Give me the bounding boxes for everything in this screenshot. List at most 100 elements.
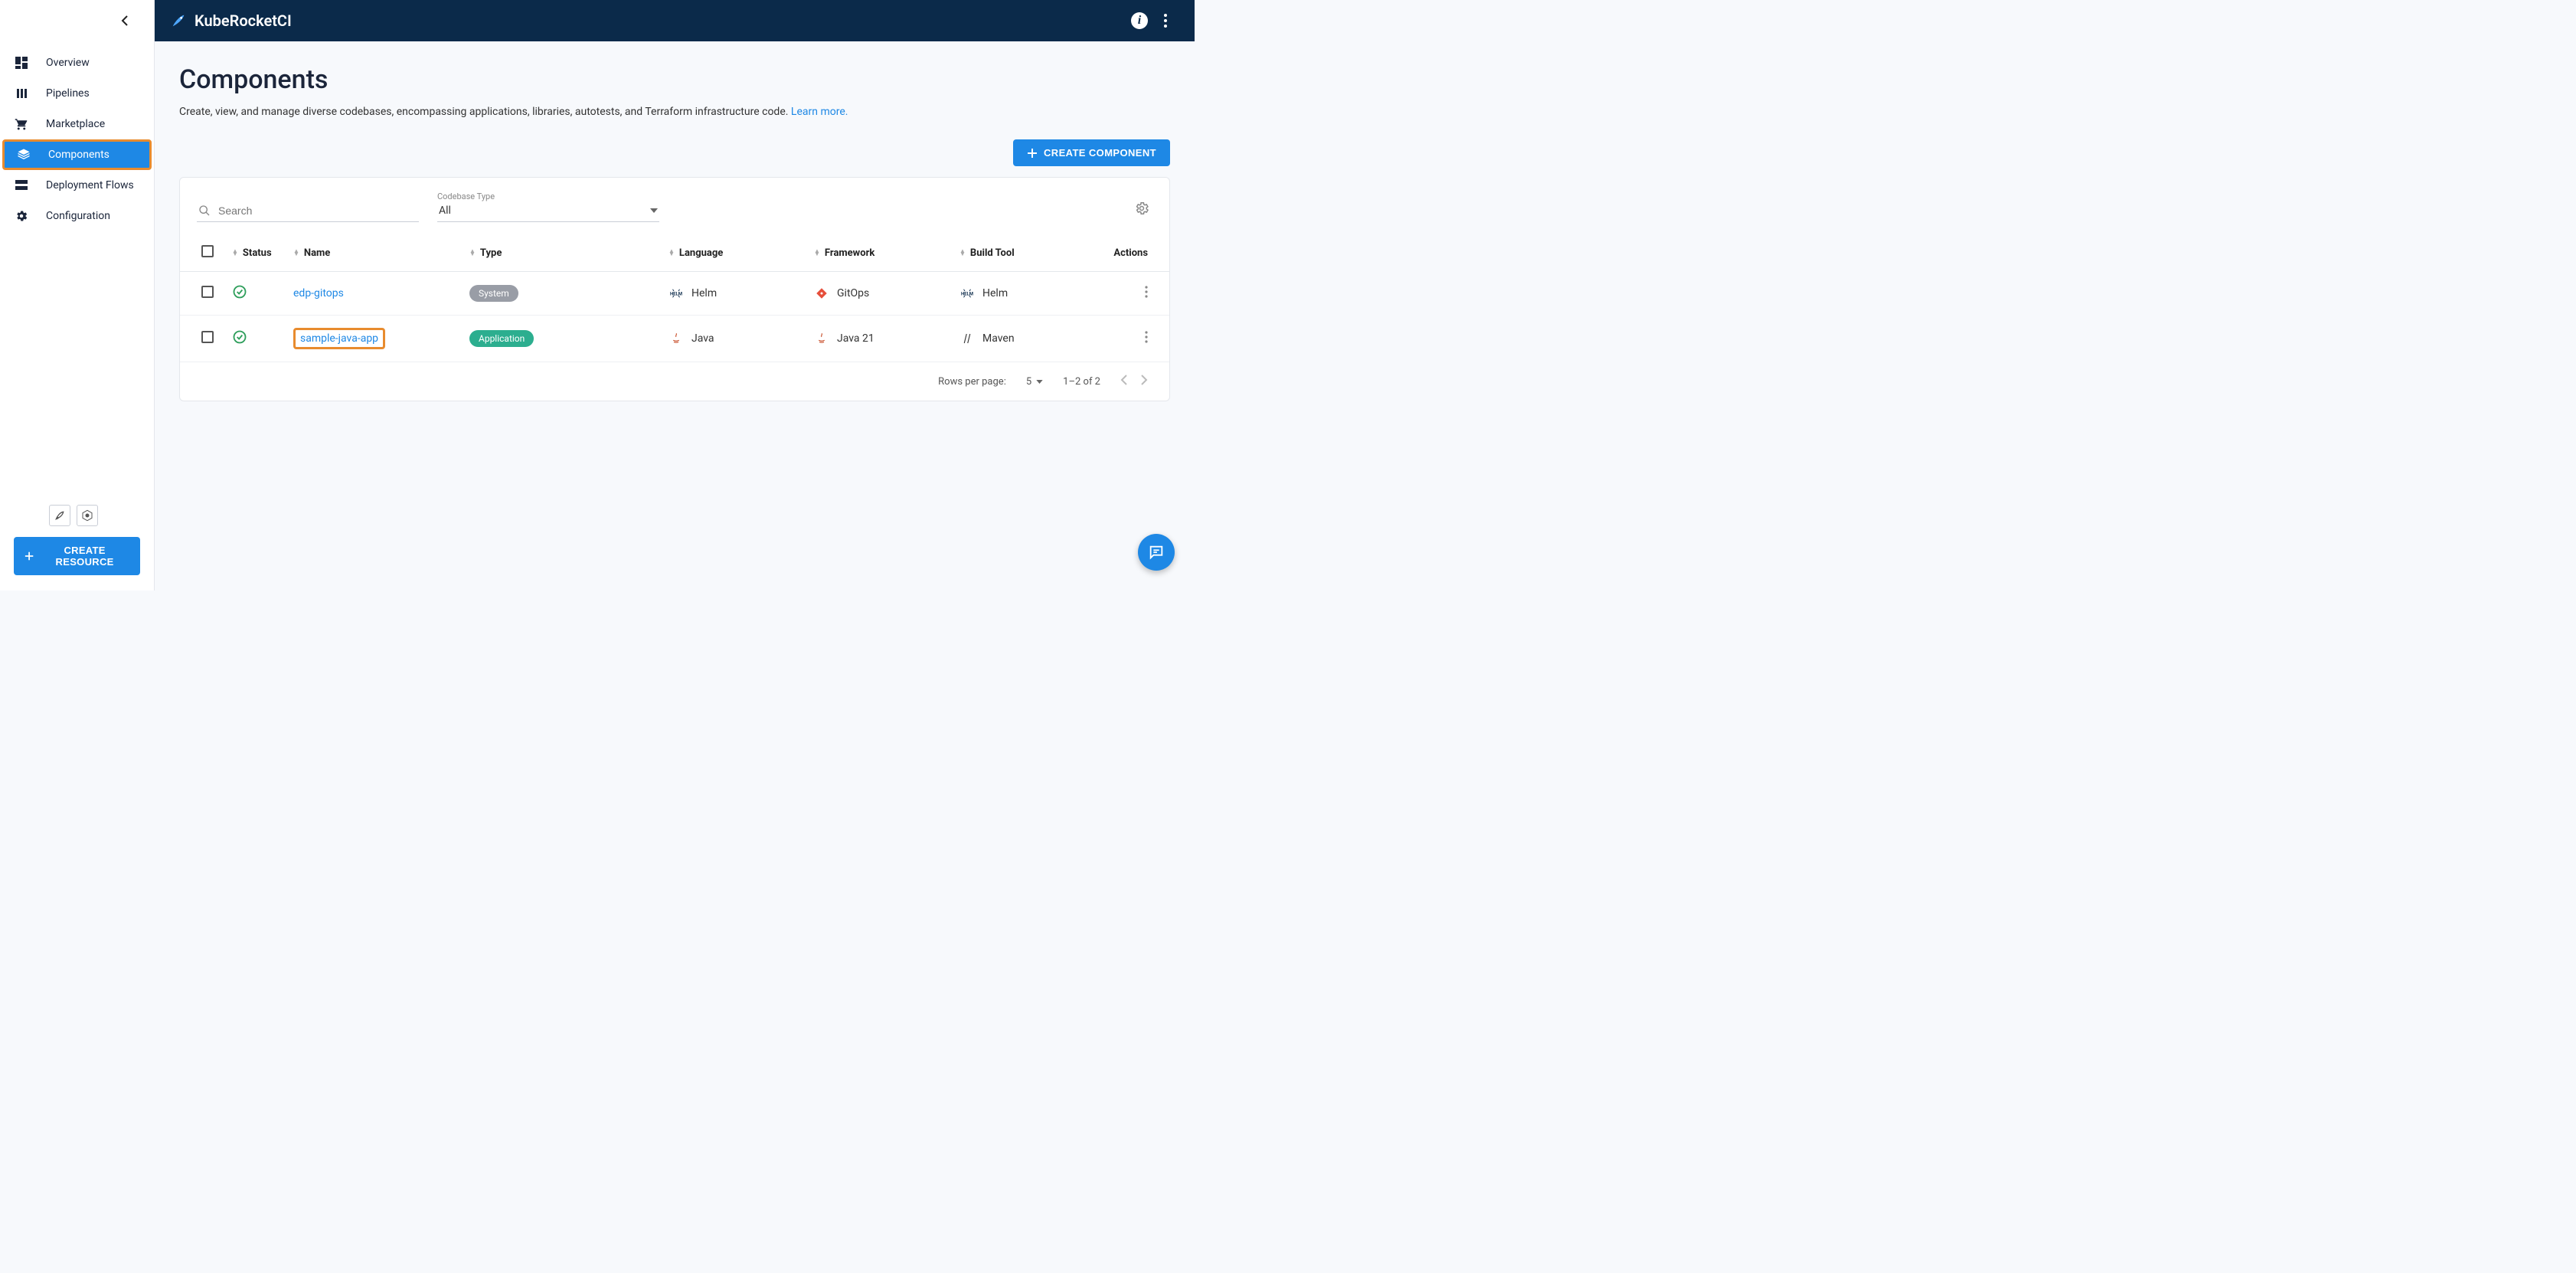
language-icon: HELM [669,286,684,301]
learn-more-link[interactable]: Learn more. [791,106,848,118]
sidebar-item-deployment-flows[interactable]: Deployment Flows [0,170,154,201]
type-badge: System [469,285,518,302]
row-actions-button[interactable] [1145,289,1148,301]
kubernetes-icon [81,509,93,522]
framework-icon [814,331,829,346]
status-ok-icon [232,290,247,303]
chevron-left-icon [1120,375,1127,385]
buildtool-label: Maven [982,332,1015,345]
dashboard-icon [14,55,29,70]
svg-text:HELM: HELM [670,291,682,296]
status-ok-icon [232,335,247,348]
button-label: CREATE COMPONENT [1044,147,1156,159]
search-icon [198,205,211,217]
rows-per-page-label: Rows per page: [938,376,1006,388]
sort-icon[interactable]: ▲▼ [669,250,675,256]
brand-label: KubeRocketCI [195,11,292,30]
chevron-left-icon [121,15,129,26]
table-row: sample-java-app Application Java Java 21 Mav… [180,316,1169,362]
sidebar-item-pipelines[interactable]: Pipelines [0,78,154,109]
row-actions-button[interactable] [1145,334,1148,346]
pipelines-icon [14,86,29,101]
search-input-wrap [197,201,419,222]
search-input[interactable] [218,205,417,217]
buildtool-icon [959,331,975,346]
layers-icon [16,147,31,162]
rows-per-page-select[interactable]: 5 [1026,376,1043,388]
row-checkbox[interactable] [201,286,214,298]
sidebar-item-label: Configuration [46,210,110,222]
sidebar-item-label: Deployment Flows [46,179,134,191]
nav: Overview Pipelines Marketplace Component… [0,41,154,497]
plus-icon [25,551,34,561]
type-badge: Application [469,330,534,347]
sidebar-item-label: Overview [46,57,90,69]
gear-icon [14,208,29,224]
pagination: Rows per page: 5 1–2 of 2 [180,362,1169,401]
create-resource-button[interactable]: CREATE RESOURCE [14,537,140,575]
sort-icon[interactable]: ▲▼ [959,250,966,256]
more-menu-button[interactable] [1155,10,1176,31]
caret-down-icon [650,208,658,213]
info-icon: i [1131,12,1148,29]
theme-option-rocket[interactable] [49,505,70,526]
chat-button[interactable] [1138,534,1175,571]
gear-icon [1134,201,1149,216]
sidebar-item-configuration[interactable]: Configuration [0,201,154,231]
select-all-checkbox[interactable] [201,245,214,257]
buildtool-label: Helm [982,287,1008,299]
row-checkbox[interactable] [201,331,214,343]
codebase-type-select[interactable]: All [437,203,659,222]
page-subtitle: Create, view, and manage diverse codebas… [179,106,1170,118]
pagination-range: 1–2 of 2 [1063,376,1100,388]
button-label: CREATE RESOURCE [40,545,129,568]
component-name-link[interactable]: sample-java-app [293,328,385,349]
create-component-button[interactable]: CREATE COMPONENT [1013,139,1170,166]
brand[interactable]: KubeRocketCI [170,11,292,30]
table-row: edp-gitops System HELM Helm GitOps HELM Helm [180,272,1169,316]
sidebar-header [0,0,154,41]
language-icon [669,331,684,346]
next-page-button[interactable] [1141,375,1148,388]
vertical-dots-icon [1145,286,1148,298]
component-name-link[interactable]: edp-gitops [293,287,344,299]
sort-icon[interactable]: ▲▼ [469,250,476,256]
page-title: Components [179,64,1170,95]
table-settings-button[interactable] [1131,198,1152,222]
sidebar-item-label: Components [48,149,110,161]
plus-icon [1027,148,1038,159]
sort-icon[interactable]: ▲▼ [814,250,820,256]
chat-icon [1148,544,1165,561]
rocket-icon [170,12,187,29]
sidebar-item-label: Marketplace [46,118,105,130]
collapse-sidebar-button[interactable] [116,11,134,30]
theme-option-kube[interactable] [77,505,98,526]
select-value: All [439,205,451,217]
components-card: Codebase Type All [179,177,1170,401]
sidebar-item-marketplace[interactable]: Marketplace [0,109,154,139]
flows-icon [14,178,29,193]
chevron-right-icon [1141,375,1148,385]
topbar: KubeRocketCI i [155,0,1195,41]
buildtool-icon: HELM [959,286,975,301]
language-label: Helm [691,287,717,299]
vertical-dots-icon [1164,14,1167,28]
components-table: ▲▼Status ▲▼Name ▲▼Type ▲▼Language ▲▼Fram… [180,234,1169,362]
rocket-icon [54,509,66,522]
sidebar-footer: CREATE RESOURCE [0,497,154,591]
cart-icon [14,116,29,132]
codebase-type-label: Codebase Type [437,191,659,201]
framework-label: GitOps [837,287,869,299]
caret-down-icon [1036,380,1043,384]
info-button[interactable]: i [1129,10,1150,31]
language-label: Java [691,332,714,345]
sidebar-item-components[interactable]: Components [2,139,152,170]
framework-label: Java 21 [837,332,874,345]
sidebar-item-overview[interactable]: Overview [0,47,154,78]
sort-icon[interactable]: ▲▼ [293,250,299,256]
sidebar: Overview Pipelines Marketplace Component… [0,0,155,591]
svg-text:HELM: HELM [961,291,973,296]
prev-page-button[interactable] [1120,375,1127,388]
vertical-dots-icon [1145,331,1148,343]
sort-icon[interactable]: ▲▼ [232,250,238,256]
